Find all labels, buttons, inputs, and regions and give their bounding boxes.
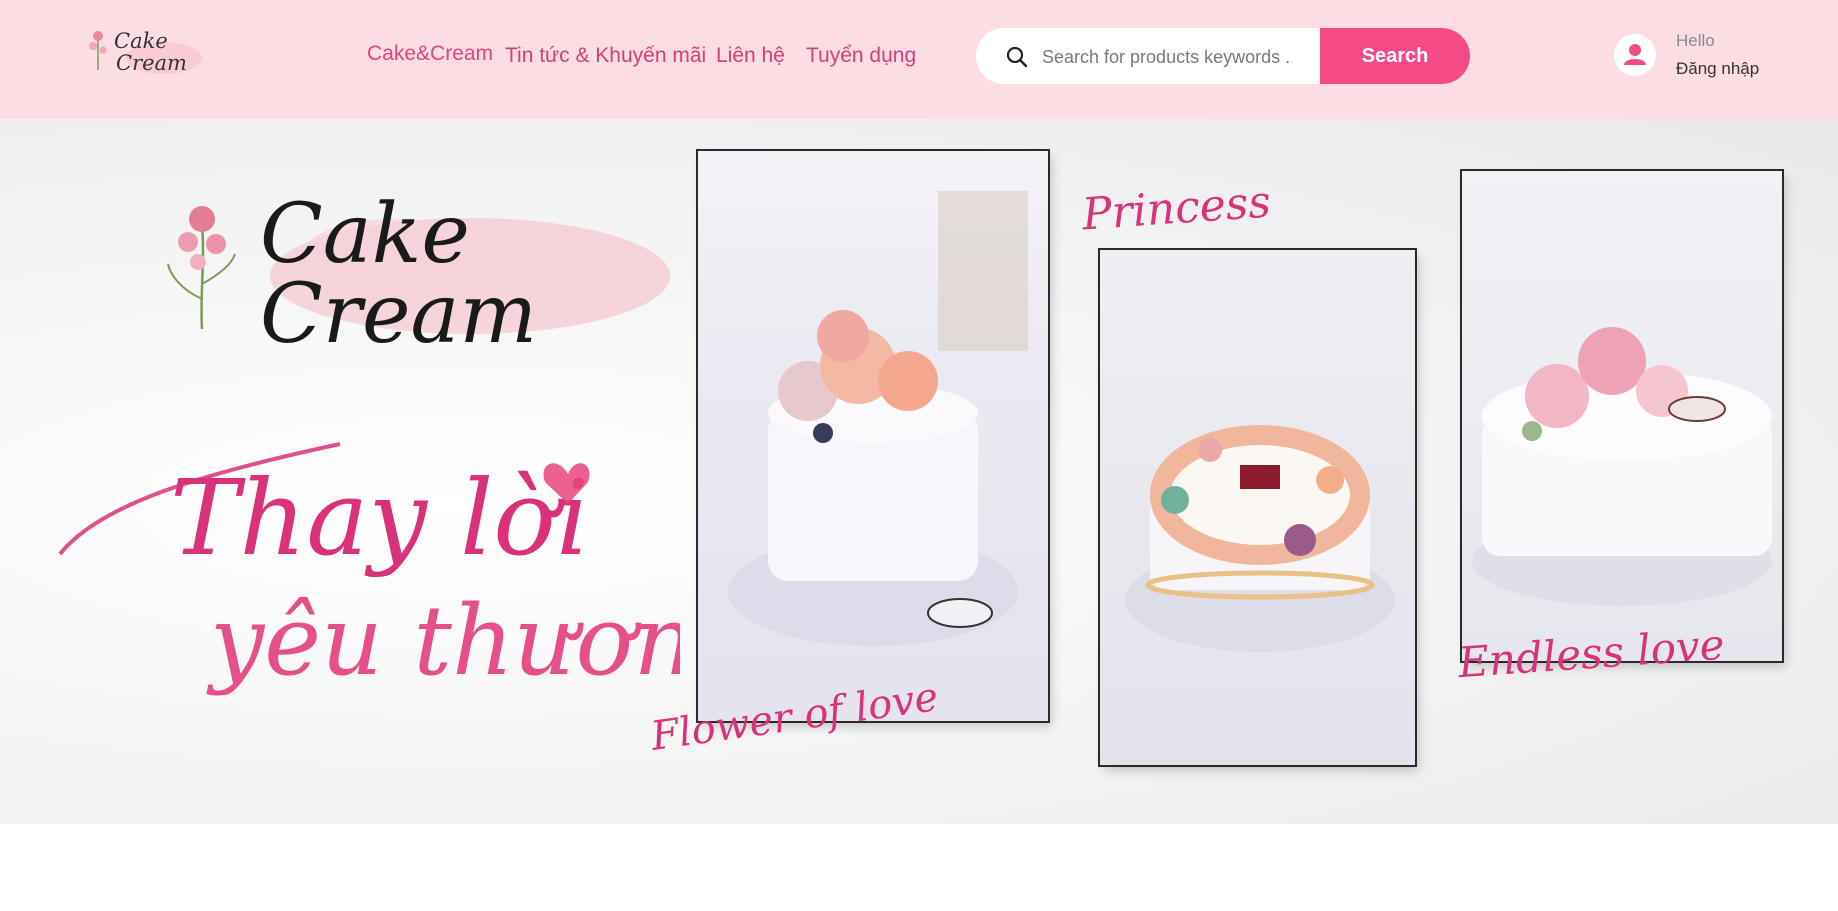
logo-graphic: Cake Cream — [89, 29, 202, 75]
brand-logo[interactable]: Cake Cream — [84, 18, 206, 80]
search-input[interactable] — [1040, 28, 1294, 84]
header: Cake Cream Cake&Cream Tin tức & Khuyến m… — [0, 0, 1838, 119]
login-link[interactable]: Đăng nhập — [1676, 59, 1759, 79]
svg-text:Cake: Cake — [114, 29, 168, 53]
nav-cake-cream[interactable]: Cake&Cream — [367, 42, 493, 66]
caption-princess: Princess — [1080, 176, 1273, 241]
svg-text:Cream: Cream — [260, 267, 537, 362]
cake-photo-princess[interactable] — [1100, 250, 1415, 765]
cake-illustration — [728, 191, 1028, 646]
cake-illustration — [1125, 425, 1395, 652]
search-bar: Search — [976, 28, 1470, 84]
svg-text:Thay lời: Thay lời — [170, 457, 589, 579]
svg-text:Cream: Cream — [116, 51, 187, 75]
nav-careers[interactable]: Tuyển dụng — [806, 44, 916, 68]
user-avatar[interactable] — [1614, 34, 1656, 76]
content-area — [0, 824, 1838, 911]
cake-illustration — [1472, 327, 1772, 606]
search-button[interactable]: Search — [1320, 28, 1470, 84]
user-greeting: Hello — [1676, 31, 1715, 50]
hero-brand-logo: Cake Cream — [167, 187, 670, 362]
cake-photo-endless-love[interactable] — [1462, 171, 1782, 661]
nav-contact[interactable]: Liên hệ — [716, 44, 785, 68]
hero-banner: Cake Cream Thay lời yêu thương — [0, 119, 1838, 824]
hero-tagline: Thay lời yêu thương — [58, 442, 680, 697]
search-icon — [1006, 46, 1028, 68]
user-icon — [1624, 44, 1646, 65]
nav-news-promotions[interactable]: Tin tức & Khuyến mãi — [505, 44, 706, 68]
cake-photo-flower-of-love[interactable] — [698, 151, 1048, 721]
svg-text:yêu thương: yêu thương — [206, 585, 680, 697]
